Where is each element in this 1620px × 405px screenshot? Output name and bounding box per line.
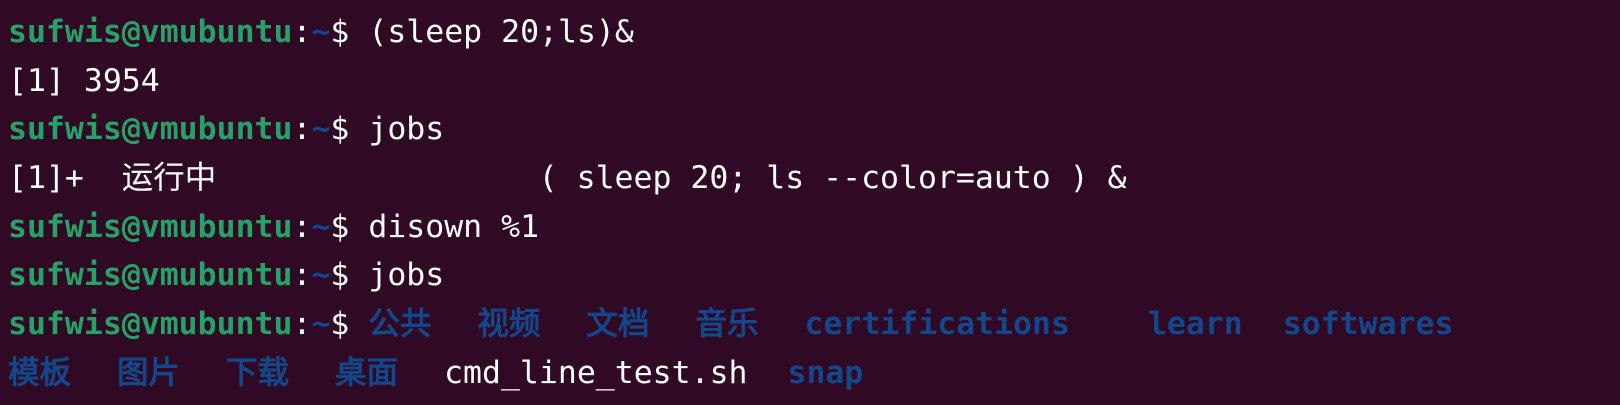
terminal-line-prompt: sufwis@vmubuntu:~$ disown %1 — [8, 203, 1612, 252]
prompt-dollar: $ — [330, 14, 369, 50]
ls-entry-dir[interactable]: learn — [1148, 306, 1243, 342]
ls-entry-file[interactable]: cmd_line_test.sh — [444, 355, 747, 391]
prompt-colon: : — [292, 14, 312, 50]
prompt-path: ~ — [311, 14, 331, 50]
ls-entry-dir[interactable]: snap — [788, 355, 864, 391]
prompt-dollar: $ — [330, 306, 369, 343]
prompt-user-host: sufwis@vmubuntu — [8, 111, 293, 148]
prompt-path: ~ — [311, 257, 331, 294]
prompt-user-host: sufwis@vmubuntu — [8, 208, 293, 245]
ls-entry-dir[interactable]: 公共 — [368, 306, 431, 342]
terminal-window[interactable]: sufwis@vmubuntu:~$ (sleep 20;ls)& [1] 39… — [8, 8, 1612, 397]
terminal-line-ls-row-2: 模板 图片 下载 桌面 cmd_line_test.sh snap — [8, 349, 1612, 398]
prompt-user-host: sufwis@vmubuntu — [8, 14, 293, 50]
prompt-colon: : — [292, 208, 312, 245]
ls-entry-dir[interactable]: certifications — [804, 306, 1070, 342]
prompt-dollar: $ — [330, 257, 369, 294]
prompt-path: ~ — [311, 208, 331, 245]
prompt-user-host: sufwis@vmubuntu — [8, 257, 293, 294]
ls-entry-dir[interactable]: 音乐 — [695, 306, 758, 342]
prompt-user-host: sufwis@vmubuntu — [8, 306, 293, 343]
output-text: [1]+ 运行中 ( sleep 20; ls --color=auto ) & — [8, 160, 1127, 197]
ls-entry-dir[interactable]: softwares — [1283, 306, 1454, 342]
terminal-line-prompt: sufwis@vmubuntu:~$ jobs — [8, 105, 1612, 154]
ls-entry-dir[interactable]: 视频 — [477, 306, 540, 342]
prompt-path: ~ — [311, 111, 331, 148]
terminal-line-output: [1]+ 运行中 ( sleep 20; ls --color=auto ) & — [8, 154, 1612, 203]
prompt-colon: : — [292, 306, 312, 343]
ls-entry-dir[interactable]: 文档 — [586, 306, 649, 342]
command-text: disown %1 — [368, 208, 540, 245]
ls-entry-dir[interactable]: 下载 — [226, 355, 289, 391]
terminal-line-prompt: sufwis@vmubuntu:~$ jobs — [8, 251, 1612, 300]
ls-entry-dir[interactable]: 模板 — [8, 355, 71, 391]
terminal-line-ls-row-1: sufwis@vmubuntu:~$ 公共 视频 文档 音乐 certification… — [8, 300, 1612, 349]
command-text: jobs — [368, 257, 445, 294]
prompt-path: ~ — [311, 306, 331, 343]
command-text: (sleep 20;ls)& — [368, 14, 634, 50]
terminal-line-prompt: sufwis@vmubuntu:~$ (sleep 20;ls)& — [8, 8, 1612, 57]
ls-entry-dir[interactable]: 桌面 — [335, 355, 398, 391]
prompt-dollar: $ — [330, 208, 369, 245]
terminal-line-output: [1] 3954 — [8, 57, 1612, 106]
output-text: [1] 3954 — [8, 62, 160, 99]
command-text: jobs — [368, 111, 445, 148]
prompt-colon: : — [292, 111, 312, 148]
ls-entry-dir[interactable]: 图片 — [117, 355, 180, 391]
prompt-dollar: $ — [330, 111, 369, 148]
prompt-colon: : — [292, 257, 312, 294]
